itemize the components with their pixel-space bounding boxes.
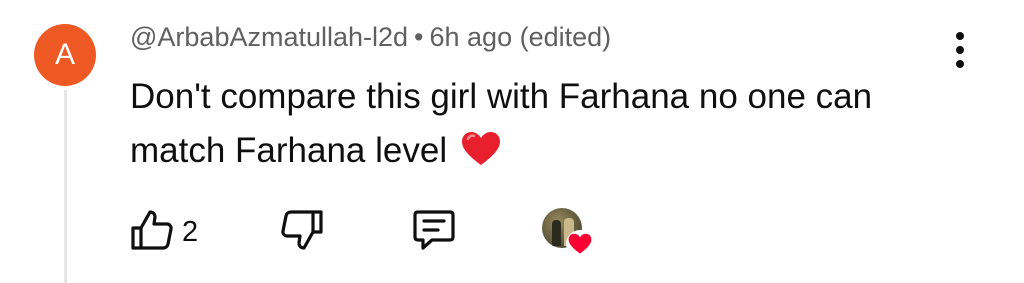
author-name[interactable]: @ArbabAzmatullah-l2d	[130, 22, 408, 52]
vertical-ellipsis-icon	[956, 32, 964, 40]
thread-line	[64, 90, 67, 283]
comment-card: A @ArbabAzmatullah-l2d • 6h ago (edited) D…	[0, 0, 1024, 283]
more-options-button[interactable]	[944, 26, 976, 74]
reply-button[interactable]	[410, 206, 458, 259]
comment-reply-icon	[410, 210, 458, 258]
thumbs-down-icon	[278, 210, 326, 258]
comment-meta: @ArbabAzmatullah-l2d • 6h ago (edited)	[130, 22, 611, 53]
avatar[interactable]: A	[34, 24, 96, 86]
comment-text-block: Don't compare this girl with Farhana no …	[130, 70, 950, 183]
thumbs-up-icon	[128, 210, 176, 258]
avatar-letter: A	[54, 38, 75, 71]
comment-text: Don't compare this girl with Farhana no …	[130, 77, 873, 170]
creator-heart-badge[interactable]	[542, 208, 594, 258]
like-button[interactable]	[128, 206, 176, 259]
dislike-button[interactable]	[278, 206, 326, 259]
like-count: 2	[182, 216, 199, 248]
red-heart-emoji-icon	[461, 129, 501, 183]
timestamp[interactable]: 6h ago (edited)	[430, 22, 612, 52]
creator-heart-icon	[566, 230, 594, 258]
separator-dot: •	[414, 22, 424, 52]
